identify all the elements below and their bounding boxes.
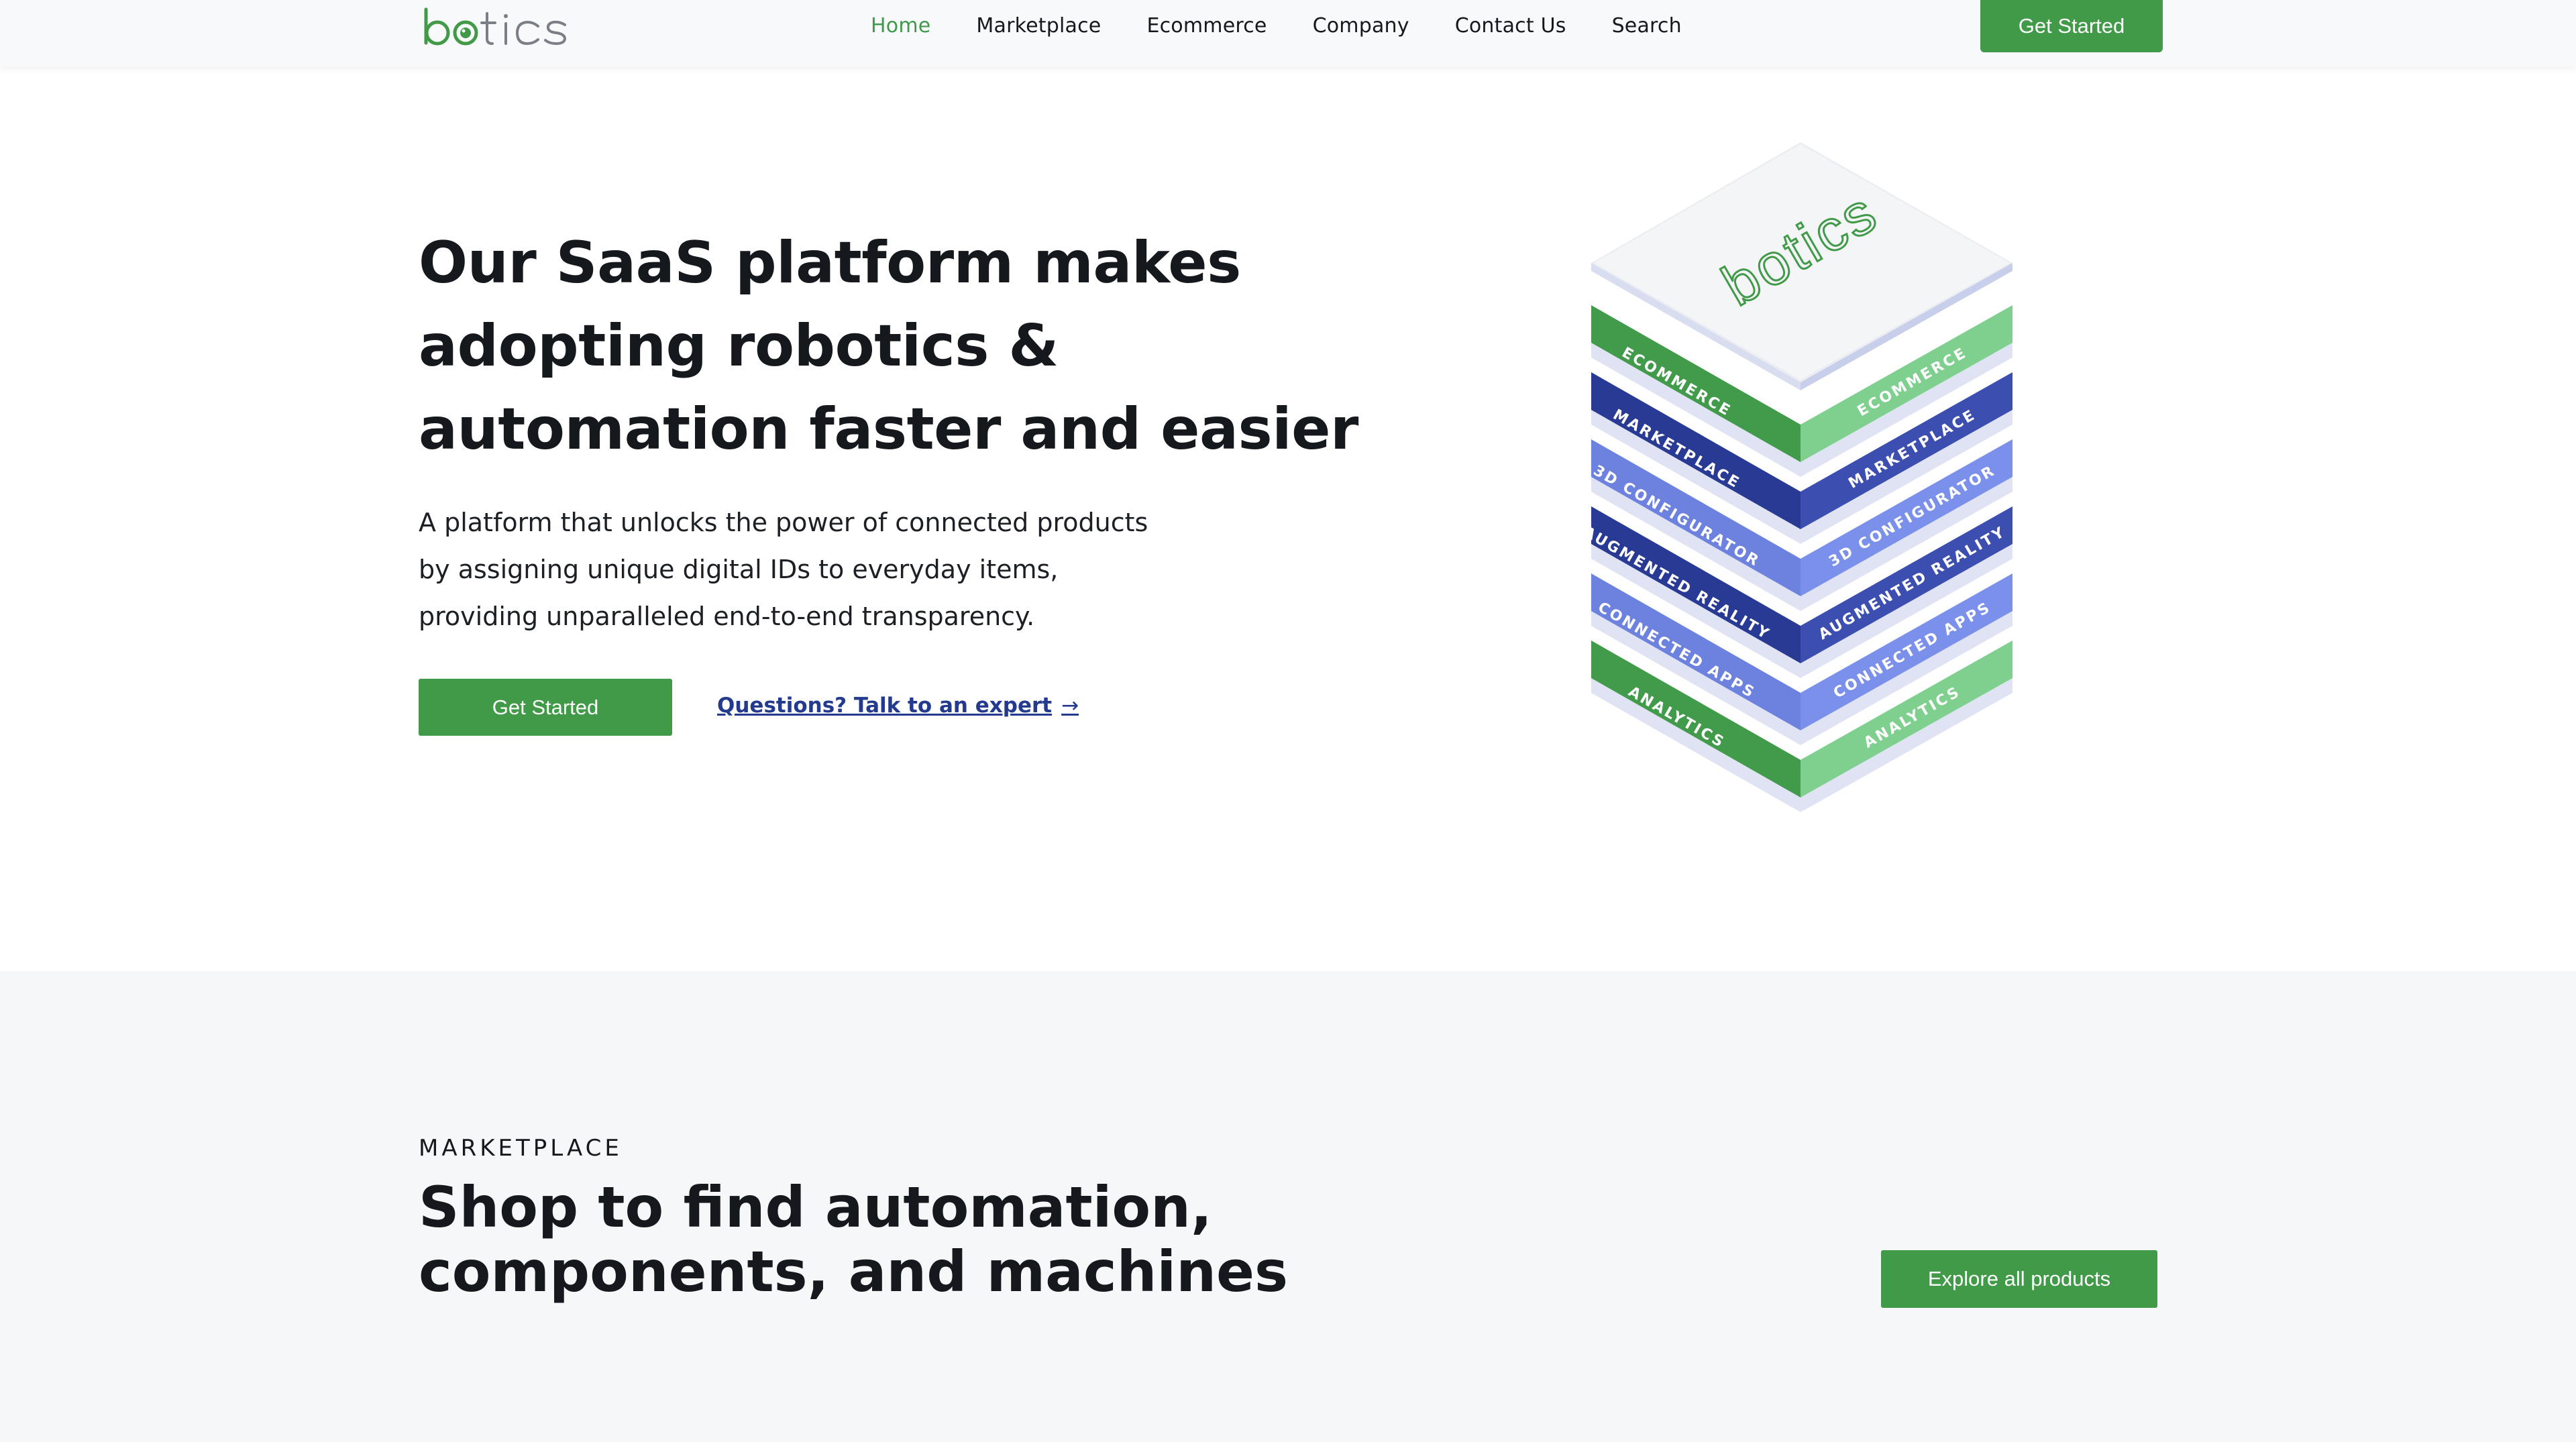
- nav-search-link[interactable]: Search: [1612, 14, 1682, 38]
- botics-logo[interactable]: [423, 5, 587, 52]
- hero-description: A platform that unlocks the power of con…: [419, 508, 1148, 631]
- marketplace-section: MARKETPLACE Shop to find automation, com…: [0, 971, 2576, 1442]
- nav-company-link[interactable]: Company: [1313, 14, 1409, 38]
- main-nav: Home Marketplace Ecommerce Company Conta…: [871, 12, 1727, 39]
- talk-to-expert-label: Questions? Talk to an expert: [717, 694, 1053, 718]
- nav-home-link[interactable]: Home: [871, 14, 930, 38]
- marketplace-eyebrow: MARKETPLACE: [419, 1135, 623, 1162]
- hero-title: Our SaaS platform makes adopting robotic…: [419, 229, 1358, 463]
- nav-marketplace-link[interactable]: Marketplace: [976, 14, 1101, 38]
- nav-ecommerce-link[interactable]: Ecommerce: [1146, 14, 1267, 38]
- nav-contact-link[interactable]: Contact Us: [1455, 14, 1566, 38]
- arrow-right-icon: →: [1061, 694, 1079, 718]
- hero-get-started-button[interactable]: Get Started: [419, 679, 672, 736]
- marketplace-title: Shop to find automation, components, and…: [419, 1174, 1288, 1305]
- explore-all-products-button[interactable]: Explore all products: [1881, 1250, 2157, 1308]
- nav-get-started-button[interactable]: Get Started: [1980, 0, 2163, 52]
- platform-stack-illustration: ANALYTICS ANALYTICSCONNECTED APPS CONNECTE…: [1583, 142, 2012, 812]
- top-navbar: Home Marketplace Ecommerce Company Conta…: [0, 0, 2576, 67]
- talk-to-expert-link[interactable]: Questions? Talk to an expert →: [717, 694, 1079, 718]
